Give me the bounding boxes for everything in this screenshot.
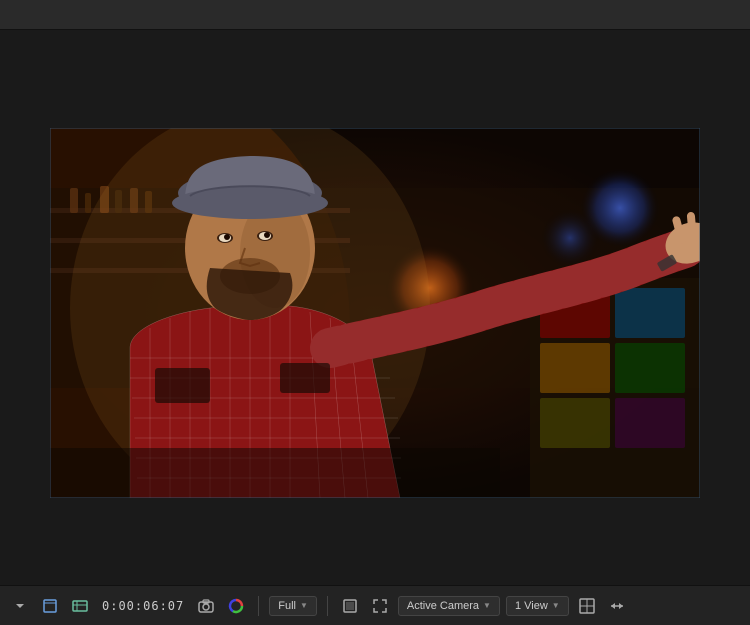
main-area — [0, 30, 750, 585]
timecode-display: 0:00:06:07 — [102, 599, 184, 613]
scene-icon-btn[interactable] — [68, 596, 92, 616]
viewport-scene — [50, 128, 700, 498]
render-region-icon — [342, 598, 358, 614]
top-bar — [0, 0, 750, 30]
resolution-chevron-icon: ▼ — [300, 601, 308, 610]
resolution-label: Full — [278, 600, 296, 612]
layout-btn[interactable] — [575, 596, 599, 616]
resolution-dropdown[interactable]: Full ▼ — [269, 596, 317, 616]
expand-icon — [609, 598, 625, 614]
bottom-toolbar: 0:00:06:07 Full ▼ — [0, 585, 750, 625]
viewport-icon-btn[interactable] — [38, 596, 62, 616]
chevron-down-icon — [12, 598, 28, 614]
layout-icon — [579, 598, 595, 614]
frame-icon — [42, 598, 58, 614]
expand-btn[interactable] — [605, 596, 629, 616]
fullscreen-btn[interactable] — [368, 596, 392, 616]
view-chevron-icon: ▼ — [552, 601, 560, 610]
separator-2 — [327, 596, 328, 616]
camera-icon — [198, 598, 214, 614]
separator-1 — [258, 596, 259, 616]
scene-dropdown-btn[interactable] — [8, 596, 32, 616]
render-region-btn[interactable] — [338, 596, 362, 616]
scene-icon — [72, 598, 88, 614]
camera-icon-btn[interactable] — [194, 596, 218, 616]
view-label: 1 View — [515, 600, 548, 612]
view-dropdown[interactable]: 1 View ▼ — [506, 596, 569, 616]
color-mgmt-btn[interactable] — [224, 596, 248, 616]
fullscreen-icon — [372, 598, 388, 614]
camera-chevron-icon: ▼ — [483, 601, 491, 610]
color-wheel-icon — [228, 598, 244, 614]
camera-label: Active Camera — [407, 600, 479, 612]
viewport-container — [50, 128, 700, 498]
camera-dropdown[interactable]: Active Camera ▼ — [398, 596, 500, 616]
